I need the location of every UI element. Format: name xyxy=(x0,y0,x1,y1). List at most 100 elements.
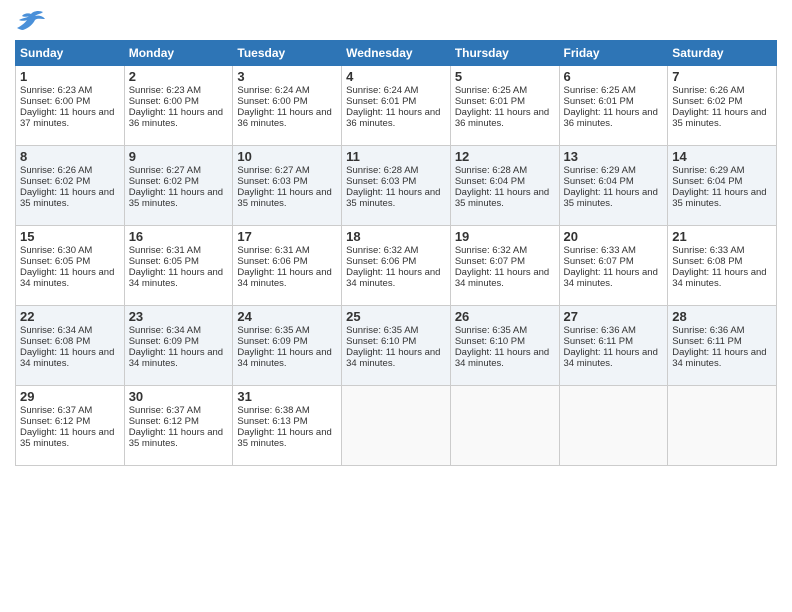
calendar-cell: 15Sunrise: 6:30 AMSunset: 6:05 PMDayligh… xyxy=(16,226,125,306)
sunset-text: Sunset: 6:01 PM xyxy=(455,96,525,107)
column-header-sunday: Sunday xyxy=(16,41,125,66)
sunset-text: Sunset: 6:02 PM xyxy=(672,96,742,107)
sunrise-text: Sunrise: 6:23 AM xyxy=(129,85,201,96)
day-number: 29 xyxy=(20,389,120,404)
daylight-label: Daylight: 11 hours and 35 minutes. xyxy=(20,187,114,209)
calendar-cell: 25Sunrise: 6:35 AMSunset: 6:10 PMDayligh… xyxy=(342,306,451,386)
sunset-text: Sunset: 6:07 PM xyxy=(564,256,634,267)
daylight-label: Daylight: 11 hours and 34 minutes. xyxy=(346,267,440,289)
calendar-cell: 6Sunrise: 6:25 AMSunset: 6:01 PMDaylight… xyxy=(559,66,668,146)
sunrise-text: Sunrise: 6:28 AM xyxy=(455,165,527,176)
sunset-text: Sunset: 6:03 PM xyxy=(346,176,416,187)
day-number: 17 xyxy=(237,229,337,244)
sunset-text: Sunset: 6:07 PM xyxy=(455,256,525,267)
calendar-cell: 24Sunrise: 6:35 AMSunset: 6:09 PMDayligh… xyxy=(233,306,342,386)
day-number: 3 xyxy=(237,69,337,84)
calendar-week-3: 15Sunrise: 6:30 AMSunset: 6:05 PMDayligh… xyxy=(16,226,777,306)
sunset-text: Sunset: 6:05 PM xyxy=(129,256,199,267)
sunset-text: Sunset: 6:09 PM xyxy=(237,336,307,347)
sunrise-text: Sunrise: 6:24 AM xyxy=(346,85,418,96)
daylight-label: Daylight: 11 hours and 36 minutes. xyxy=(237,107,331,129)
calendar-cell: 29Sunrise: 6:37 AMSunset: 6:12 PMDayligh… xyxy=(16,386,125,466)
daylight-label: Daylight: 11 hours and 34 minutes. xyxy=(564,347,658,369)
sunset-text: Sunset: 6:01 PM xyxy=(564,96,634,107)
sunset-text: Sunset: 6:01 PM xyxy=(346,96,416,107)
sunrise-text: Sunrise: 6:28 AM xyxy=(346,165,418,176)
column-header-friday: Friday xyxy=(559,41,668,66)
day-number: 8 xyxy=(20,149,120,164)
day-number: 10 xyxy=(237,149,337,164)
sunrise-text: Sunrise: 6:27 AM xyxy=(237,165,309,176)
daylight-label: Daylight: 11 hours and 34 minutes. xyxy=(672,347,766,369)
page-container: SundayMondayTuesdayWednesdayThursdayFrid… xyxy=(0,0,792,476)
calendar-week-4: 22Sunrise: 6:34 AMSunset: 6:08 PMDayligh… xyxy=(16,306,777,386)
calendar-cell: 4Sunrise: 6:24 AMSunset: 6:01 PMDaylight… xyxy=(342,66,451,146)
day-number: 28 xyxy=(672,309,772,324)
sunrise-text: Sunrise: 6:31 AM xyxy=(129,245,201,256)
sunrise-text: Sunrise: 6:23 AM xyxy=(20,85,92,96)
sunset-text: Sunset: 6:08 PM xyxy=(20,336,90,347)
sunrise-text: Sunrise: 6:33 AM xyxy=(564,245,636,256)
sunset-text: Sunset: 6:05 PM xyxy=(20,256,90,267)
calendar-cell: 10Sunrise: 6:27 AMSunset: 6:03 PMDayligh… xyxy=(233,146,342,226)
sunrise-text: Sunrise: 6:30 AM xyxy=(20,245,92,256)
calendar-cell: 20Sunrise: 6:33 AMSunset: 6:07 PMDayligh… xyxy=(559,226,668,306)
daylight-label: Daylight: 11 hours and 37 minutes. xyxy=(20,107,114,129)
sunrise-text: Sunrise: 6:36 AM xyxy=(564,325,636,336)
day-number: 26 xyxy=(455,309,555,324)
calendar-cell: 7Sunrise: 6:26 AMSunset: 6:02 PMDaylight… xyxy=(668,66,777,146)
column-header-thursday: Thursday xyxy=(450,41,559,66)
logo xyxy=(15,10,45,32)
daylight-label: Daylight: 11 hours and 35 minutes. xyxy=(237,427,331,449)
day-number: 13 xyxy=(564,149,664,164)
calendar-cell: 13Sunrise: 6:29 AMSunset: 6:04 PMDayligh… xyxy=(559,146,668,226)
day-number: 20 xyxy=(564,229,664,244)
day-number: 14 xyxy=(672,149,772,164)
calendar-header-row: SundayMondayTuesdayWednesdayThursdayFrid… xyxy=(16,41,777,66)
daylight-label: Daylight: 11 hours and 35 minutes. xyxy=(20,427,114,449)
column-header-tuesday: Tuesday xyxy=(233,41,342,66)
calendar-cell: 14Sunrise: 6:29 AMSunset: 6:04 PMDayligh… xyxy=(668,146,777,226)
calendar-cell: 17Sunrise: 6:31 AMSunset: 6:06 PMDayligh… xyxy=(233,226,342,306)
calendar-cell: 9Sunrise: 6:27 AMSunset: 6:02 PMDaylight… xyxy=(124,146,233,226)
daylight-label: Daylight: 11 hours and 36 minutes. xyxy=(564,107,658,129)
calendar-cell: 3Sunrise: 6:24 AMSunset: 6:00 PMDaylight… xyxy=(233,66,342,146)
sunset-text: Sunset: 6:04 PM xyxy=(564,176,634,187)
daylight-label: Daylight: 11 hours and 34 minutes. xyxy=(564,267,658,289)
sunrise-text: Sunrise: 6:32 AM xyxy=(455,245,527,256)
calendar-week-5: 29Sunrise: 6:37 AMSunset: 6:12 PMDayligh… xyxy=(16,386,777,466)
day-number: 25 xyxy=(346,309,446,324)
sunset-text: Sunset: 6:02 PM xyxy=(20,176,90,187)
calendar-cell: 11Sunrise: 6:28 AMSunset: 6:03 PMDayligh… xyxy=(342,146,451,226)
day-number: 22 xyxy=(20,309,120,324)
sunrise-text: Sunrise: 6:33 AM xyxy=(672,245,744,256)
calendar-week-2: 8Sunrise: 6:26 AMSunset: 6:02 PMDaylight… xyxy=(16,146,777,226)
sunset-text: Sunset: 6:11 PM xyxy=(564,336,634,347)
daylight-label: Daylight: 11 hours and 35 minutes. xyxy=(346,187,440,209)
calendar-cell: 8Sunrise: 6:26 AMSunset: 6:02 PMDaylight… xyxy=(16,146,125,226)
sunrise-text: Sunrise: 6:34 AM xyxy=(129,325,201,336)
calendar-cell xyxy=(668,386,777,466)
calendar-cell: 23Sunrise: 6:34 AMSunset: 6:09 PMDayligh… xyxy=(124,306,233,386)
day-number: 1 xyxy=(20,69,120,84)
sunset-text: Sunset: 6:08 PM xyxy=(672,256,742,267)
calendar-cell: 12Sunrise: 6:28 AMSunset: 6:04 PMDayligh… xyxy=(450,146,559,226)
calendar-week-1: 1Sunrise: 6:23 AMSunset: 6:00 PMDaylight… xyxy=(16,66,777,146)
daylight-label: Daylight: 11 hours and 34 minutes. xyxy=(346,347,440,369)
calendar-cell: 2Sunrise: 6:23 AMSunset: 6:00 PMDaylight… xyxy=(124,66,233,146)
sunset-text: Sunset: 6:11 PM xyxy=(672,336,742,347)
calendar-cell xyxy=(342,386,451,466)
sunrise-text: Sunrise: 6:29 AM xyxy=(564,165,636,176)
day-number: 15 xyxy=(20,229,120,244)
sunset-text: Sunset: 6:12 PM xyxy=(20,416,90,427)
day-number: 23 xyxy=(129,309,229,324)
calendar-body: 1Sunrise: 6:23 AMSunset: 6:00 PMDaylight… xyxy=(16,66,777,466)
sunrise-text: Sunrise: 6:26 AM xyxy=(672,85,744,96)
calendar-cell: 19Sunrise: 6:32 AMSunset: 6:07 PMDayligh… xyxy=(450,226,559,306)
sunrise-text: Sunrise: 6:34 AM xyxy=(20,325,92,336)
calendar-cell: 21Sunrise: 6:33 AMSunset: 6:08 PMDayligh… xyxy=(668,226,777,306)
sunrise-text: Sunrise: 6:37 AM xyxy=(20,405,92,416)
daylight-label: Daylight: 11 hours and 35 minutes. xyxy=(129,427,223,449)
header xyxy=(15,10,777,32)
day-number: 21 xyxy=(672,229,772,244)
